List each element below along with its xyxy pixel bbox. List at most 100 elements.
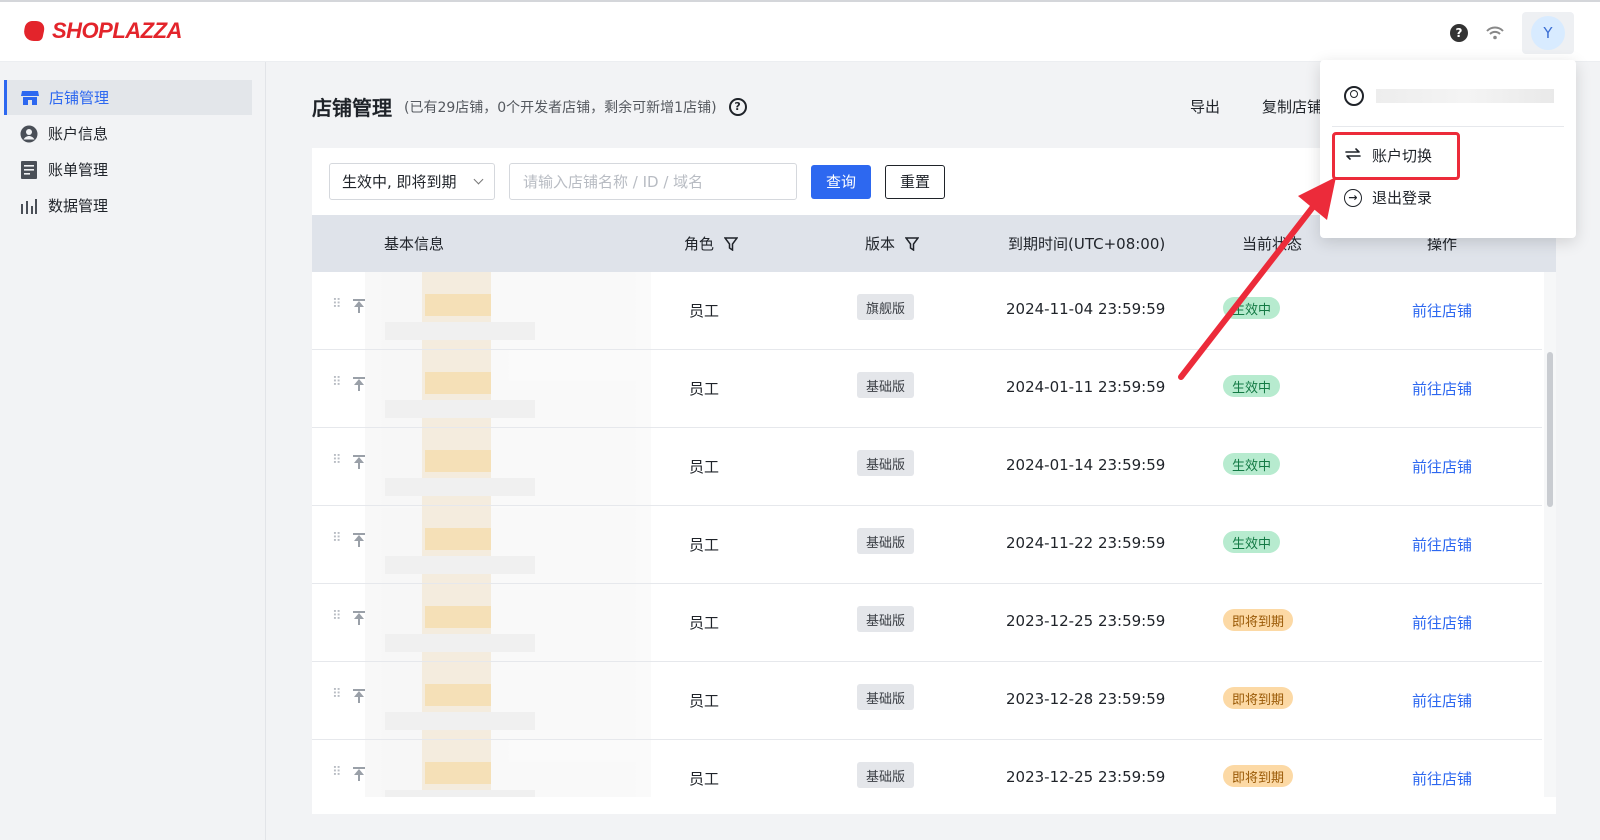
avatar-button[interactable]: Y xyxy=(1522,12,1574,54)
help-icon[interactable]: ? xyxy=(728,97,747,116)
drag-handle-icon[interactable]: ⠿ xyxy=(332,376,343,389)
sidebar-item-label: 店铺管理 xyxy=(49,89,110,107)
pin-to-top-icon[interactable] xyxy=(353,299,365,313)
table-row: ⠿ 员工 旗舰版 2024-11-04 23:59:59 生效中 前往店铺 xyxy=(312,272,1542,350)
top-bar: SHOPLAZZA ? Y xyxy=(0,0,1600,62)
store-icon xyxy=(21,89,39,107)
logout-icon: → xyxy=(1344,188,1362,207)
expiry-cell: 2024-11-04 23:59:59 xyxy=(1006,300,1166,318)
table-row: ⠿ 员工 基础版 2023-12-28 23:59:59 即将到期 前往店铺 xyxy=(312,662,1542,740)
pin-to-top-icon[interactable] xyxy=(353,377,365,391)
go-to-store-link[interactable]: 前往店铺 xyxy=(1412,456,1472,477)
sidebar: 店铺管理 账户信息 账单管理 数据管理 xyxy=(0,62,266,840)
version-tag: 基础版 xyxy=(857,762,915,788)
drag-handle-icon[interactable]: ⠿ xyxy=(332,766,343,779)
redacted-store-info xyxy=(365,350,651,427)
table-body: ⠿ 员工 旗舰版 2024-11-04 23:59:59 生效中 前往店铺 ⠿ … xyxy=(312,272,1542,797)
query-button[interactable]: 查询 xyxy=(811,164,872,199)
version-tag: 基础版 xyxy=(857,528,915,554)
question-circle-icon[interactable]: ? xyxy=(1450,24,1468,42)
pin-to-top-icon[interactable] xyxy=(353,533,365,547)
redacted-store-info xyxy=(365,272,651,349)
reset-button[interactable]: 重置 xyxy=(885,164,946,199)
wifi-icon[interactable] xyxy=(1486,26,1504,40)
expiry-cell: 2024-01-14 23:59:59 xyxy=(1006,456,1166,474)
status-filter-select[interactable]: 生效中, 即将到期 xyxy=(329,163,495,200)
table-row: ⠿ 员工 基础版 2023-12-25 23:59:59 即将到期 前往店铺 xyxy=(312,740,1542,797)
go-to-store-link[interactable]: 前往店铺 xyxy=(1412,690,1472,711)
role-cell: 员工 xyxy=(689,380,720,398)
scroll-thumb[interactable] xyxy=(1547,352,1553,507)
version-tag: 旗舰版 xyxy=(857,294,915,320)
status-badge: 生效中 xyxy=(1223,531,1281,553)
header-expiry: 到期时间(UTC+08:00) xyxy=(1008,235,1166,253)
copy-store-button[interactable]: 复制店铺 xyxy=(1262,96,1322,117)
account-dropdown: 账户切换 → 退出登录 xyxy=(1320,60,1576,238)
expiry-cell: 2023-12-25 23:59:59 xyxy=(1006,612,1166,630)
table-row: ⠿ 员工 基础版 2023-12-25 23:59:59 即将到期 前往店铺 xyxy=(312,584,1542,662)
redacted-email xyxy=(1376,89,1554,103)
version-tag: 基础版 xyxy=(857,606,915,632)
go-to-store-link[interactable]: 前往店铺 xyxy=(1412,300,1472,321)
logout-item[interactable]: → 退出登录 xyxy=(1344,187,1432,208)
sidebar-item-label: 数据管理 xyxy=(48,197,109,215)
table-row: ⠿ 员工 基础版 2024-11-22 23:59:59 生效中 前往店铺 xyxy=(312,506,1542,584)
chevron-down-icon xyxy=(473,174,484,185)
bar-chart-icon xyxy=(20,197,38,215)
status-badge: 生效中 xyxy=(1223,453,1281,475)
drag-handle-icon[interactable]: ⠿ xyxy=(332,454,343,467)
sidebar-item-billing[interactable]: 账单管理 xyxy=(4,152,252,187)
export-button[interactable]: 导出 xyxy=(1190,96,1220,117)
table-scrollbar[interactable] xyxy=(1544,272,1556,797)
sidebar-item-data-management[interactable]: 数据管理 xyxy=(4,188,252,223)
table-row: ⠿ 员工 基础版 2024-01-14 23:59:59 生效中 前往店铺 xyxy=(312,428,1542,506)
go-to-store-link[interactable]: 前往店铺 xyxy=(1412,378,1472,399)
drag-handle-icon[interactable]: ⠿ xyxy=(332,298,343,311)
divider xyxy=(1332,126,1564,127)
redacted-store-info xyxy=(365,506,651,583)
expiry-cell: 2023-12-28 23:59:59 xyxy=(1006,690,1166,708)
version-tag: 基础版 xyxy=(857,684,915,710)
sidebar-item-account-info[interactable]: 账户信息 xyxy=(4,116,252,151)
drag-handle-icon[interactable]: ⠿ xyxy=(332,610,343,623)
filter-icon[interactable] xyxy=(724,236,739,251)
drag-handle-icon[interactable]: ⠿ xyxy=(332,532,343,545)
user-icon xyxy=(1344,86,1364,106)
sidebar-item-label: 账单管理 xyxy=(48,161,109,179)
role-cell: 员工 xyxy=(689,458,720,476)
go-to-store-link[interactable]: 前往店铺 xyxy=(1412,768,1472,789)
header-basic-info: 基本信息 xyxy=(384,235,445,253)
drag-handle-icon[interactable]: ⠿ xyxy=(332,688,343,701)
go-to-store-link[interactable]: 前往店铺 xyxy=(1412,534,1472,555)
pin-to-top-icon[interactable] xyxy=(353,455,365,469)
avatar: Y xyxy=(1531,16,1565,50)
sidebar-item-store-management[interactable]: 店铺管理 xyxy=(4,80,252,115)
go-to-store-link[interactable]: 前往店铺 xyxy=(1412,612,1472,633)
version-tag: 基础版 xyxy=(857,372,915,398)
status-badge: 生效中 xyxy=(1223,375,1281,397)
status-badge: 即将到期 xyxy=(1223,765,1294,787)
pin-to-top-icon[interactable] xyxy=(353,767,365,781)
role-cell: 员工 xyxy=(689,614,720,632)
role-cell: 员工 xyxy=(689,770,720,788)
logo-text: SHOPLAZZA xyxy=(52,18,182,43)
pin-to-top-icon[interactable] xyxy=(353,689,365,703)
filter-icon[interactable] xyxy=(905,236,920,251)
search-input[interactable] xyxy=(509,163,797,200)
redacted-store-info xyxy=(365,584,651,661)
shoplazza-logo[interactable]: SHOPLAZZA xyxy=(22,18,182,44)
bill-icon xyxy=(20,160,38,179)
dropdown-user-info xyxy=(1344,86,1554,106)
page-title: 店铺管理 xyxy=(312,96,392,120)
status-filter-value: 生效中, 即将到期 xyxy=(342,173,457,191)
role-cell: 员工 xyxy=(689,692,720,710)
highlight-box xyxy=(1332,132,1460,180)
table-row: ⠿ 员工 基础版 2024-01-11 23:59:59 生效中 前往店铺 xyxy=(312,350,1542,428)
user-circle-icon xyxy=(20,125,38,143)
redacted-store-info xyxy=(365,428,651,505)
header-version: 版本 xyxy=(865,233,920,254)
sidebar-item-label: 账户信息 xyxy=(48,125,109,143)
version-tag: 基础版 xyxy=(857,450,915,476)
pin-to-top-icon[interactable] xyxy=(353,611,365,625)
redacted-store-info xyxy=(365,662,651,739)
